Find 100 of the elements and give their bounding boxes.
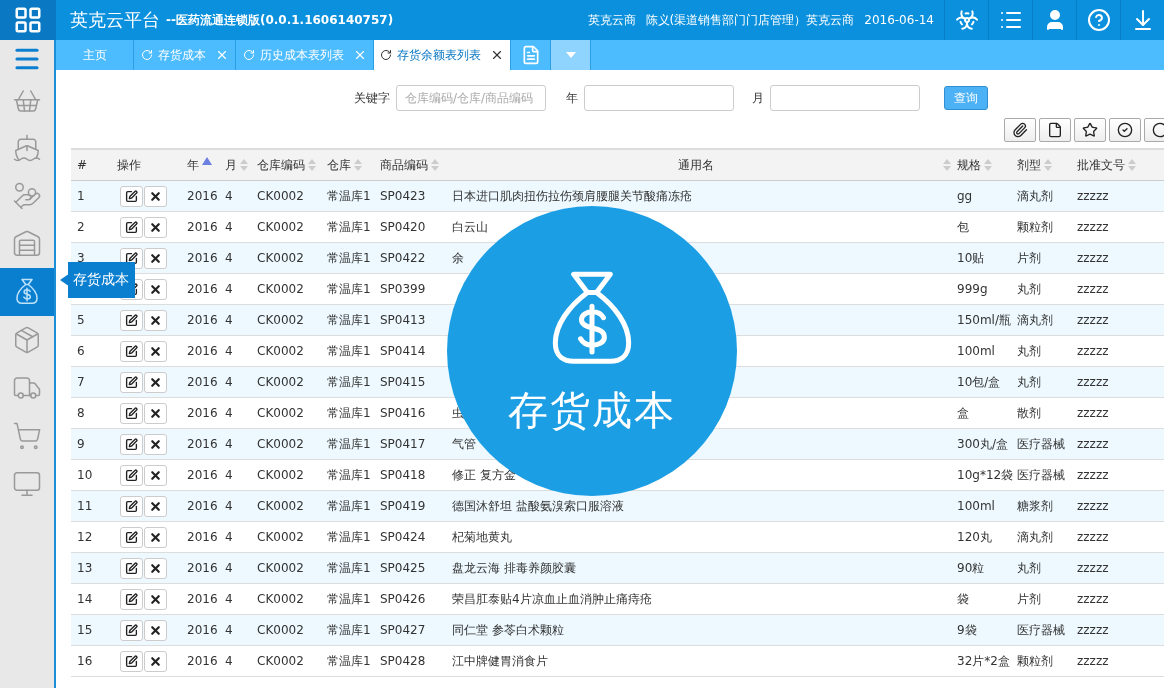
table-cell: 6 — [77, 344, 85, 358]
sort-ascending-icon[interactable] — [202, 157, 212, 165]
month-input[interactable] — [770, 85, 920, 111]
year-label: 年 — [566, 89, 578, 107]
table-cell: 90粒 — [957, 559, 985, 577]
apps-logo[interactable] — [0, 0, 56, 40]
column-header[interactable]: 规格 — [957, 156, 981, 174]
edit-icon[interactable] — [120, 557, 143, 579]
table-cell: 常温库1 — [327, 311, 371, 329]
edit-icon[interactable] — [120, 371, 143, 393]
table-cell: 32片*2盒 — [957, 652, 1010, 670]
delete-icon[interactable] — [144, 371, 167, 393]
table-cell: 2016 — [187, 251, 218, 265]
column-header[interactable]: 月 — [225, 156, 237, 174]
edit-icon[interactable] — [120, 340, 143, 362]
box-icon — [12, 325, 42, 355]
delete-icon[interactable] — [144, 247, 167, 269]
table-cell: zzzzz — [1077, 530, 1109, 544]
table-cell: SP0416 — [380, 406, 426, 420]
delete-icon[interactable] — [144, 619, 167, 641]
table-cell: 2016 — [187, 468, 218, 482]
delete-icon[interactable] — [144, 340, 167, 362]
delete-icon[interactable] — [144, 557, 167, 579]
edit-icon[interactable] — [120, 495, 143, 517]
table-cell: 盒 — [957, 404, 969, 422]
delete-icon[interactable] — [144, 185, 167, 207]
delete-icon[interactable] — [144, 495, 167, 517]
table-cell: 丸剂 — [1017, 373, 1041, 391]
edit-icon[interactable] — [120, 588, 143, 610]
module-title: 存货成本 — [508, 385, 676, 435]
current-date: 2016-06-14 — [864, 13, 934, 27]
table-cell: 4 — [225, 592, 233, 606]
tab[interactable]: 存货余额表列表 — [374, 40, 511, 70]
table-cell: 2016 — [187, 561, 218, 575]
edit-icon[interactable] — [120, 433, 143, 455]
table-cell: zzzzz — [1077, 313, 1109, 327]
column-header[interactable]: 年 — [187, 156, 199, 174]
table-cell: 4 — [225, 282, 233, 296]
delete-icon[interactable] — [144, 433, 167, 455]
column-header[interactable]: 批准文号 — [1077, 156, 1125, 174]
column-header[interactable]: 剂型 — [1017, 156, 1041, 174]
table-cell: gg — [957, 189, 973, 203]
table-cell: 片剂 — [1017, 249, 1041, 267]
sidebar-tooltip: 存货成本 — [60, 262, 135, 298]
table-cell: 2016 — [187, 406, 218, 420]
table-cell: zzzzz — [1077, 251, 1109, 265]
edit-icon[interactable] — [120, 185, 143, 207]
edit-icon[interactable] — [120, 526, 143, 548]
table-cell: 常温库1 — [327, 497, 371, 515]
table-cell: CK0002 — [257, 344, 304, 358]
column-header[interactable]: 仓库 — [327, 156, 351, 174]
delete-icon[interactable] — [144, 526, 167, 548]
delete-icon[interactable] — [144, 464, 167, 486]
delete-icon[interactable] — [144, 588, 167, 610]
table-cell: 包 — [957, 218, 969, 236]
year-input[interactable] — [584, 85, 734, 111]
delete-icon[interactable] — [144, 309, 167, 331]
delete-icon[interactable] — [144, 278, 167, 300]
edit-icon[interactable] — [120, 216, 143, 238]
column-header[interactable]: 商品编码 — [380, 156, 428, 174]
file-icon[interactable] — [1039, 118, 1071, 142]
edit-icon[interactable] — [120, 619, 143, 641]
table-cell: zzzzz — [1077, 344, 1109, 358]
column-header[interactable]: 操作 — [117, 156, 141, 174]
delete-icon[interactable] — [144, 650, 167, 672]
table-cell: 颗粒剂 — [1017, 652, 1053, 670]
table-cell: SP0422 — [380, 251, 426, 265]
table-cell: CK0002 — [257, 530, 304, 544]
edit-icon[interactable] — [120, 650, 143, 672]
table-cell: 医疗器械 — [1017, 621, 1065, 639]
keyword-input[interactable]: 仓库编码/仓库/商品编码 — [396, 85, 546, 111]
table-cell: 2016 — [187, 375, 218, 389]
table-cell: 常温库1 — [327, 466, 371, 484]
edit-icon[interactable] — [120, 309, 143, 331]
sidebar-item[interactable] — [0, 268, 54, 316]
table-cell: zzzzz — [1077, 623, 1109, 637]
delete-icon[interactable] — [144, 216, 167, 238]
table-cell: 常温库1 — [327, 218, 371, 236]
table-cell: 9袋 — [957, 621, 977, 639]
dropdown-caret-icon[interactable] — [551, 40, 591, 70]
table-cell: 医疗器械 — [1017, 435, 1065, 453]
column-header[interactable]: 通用名 — [452, 156, 940, 174]
table-cell: CK0002 — [257, 375, 304, 389]
ship-icon — [12, 133, 42, 163]
table-cell: SP0399 — [380, 282, 426, 296]
table-cell: SP0414 — [380, 344, 426, 358]
edit-icon[interactable] — [120, 464, 143, 486]
table-cell: SP0417 — [380, 437, 426, 451]
table-cell: SP0423 — [380, 189, 426, 203]
column-header[interactable]: # — [77, 158, 88, 172]
delete-icon[interactable] — [144, 402, 167, 424]
column-header[interactable]: 仓库编码 — [257, 156, 305, 174]
table-cell: 120丸 — [957, 528, 992, 546]
edit-icon[interactable] — [120, 402, 143, 424]
table-cell: 4 — [225, 623, 233, 637]
table-cell: 常温库1 — [327, 435, 371, 453]
table-cell: 常温库1 — [327, 342, 371, 360]
table-cell: 荣昌肛泰贴4片凉血止血消肿止痛痔疮 — [452, 590, 652, 608]
table-cell: 余 — [452, 249, 464, 267]
paperclip-icon[interactable] — [1004, 118, 1036, 142]
